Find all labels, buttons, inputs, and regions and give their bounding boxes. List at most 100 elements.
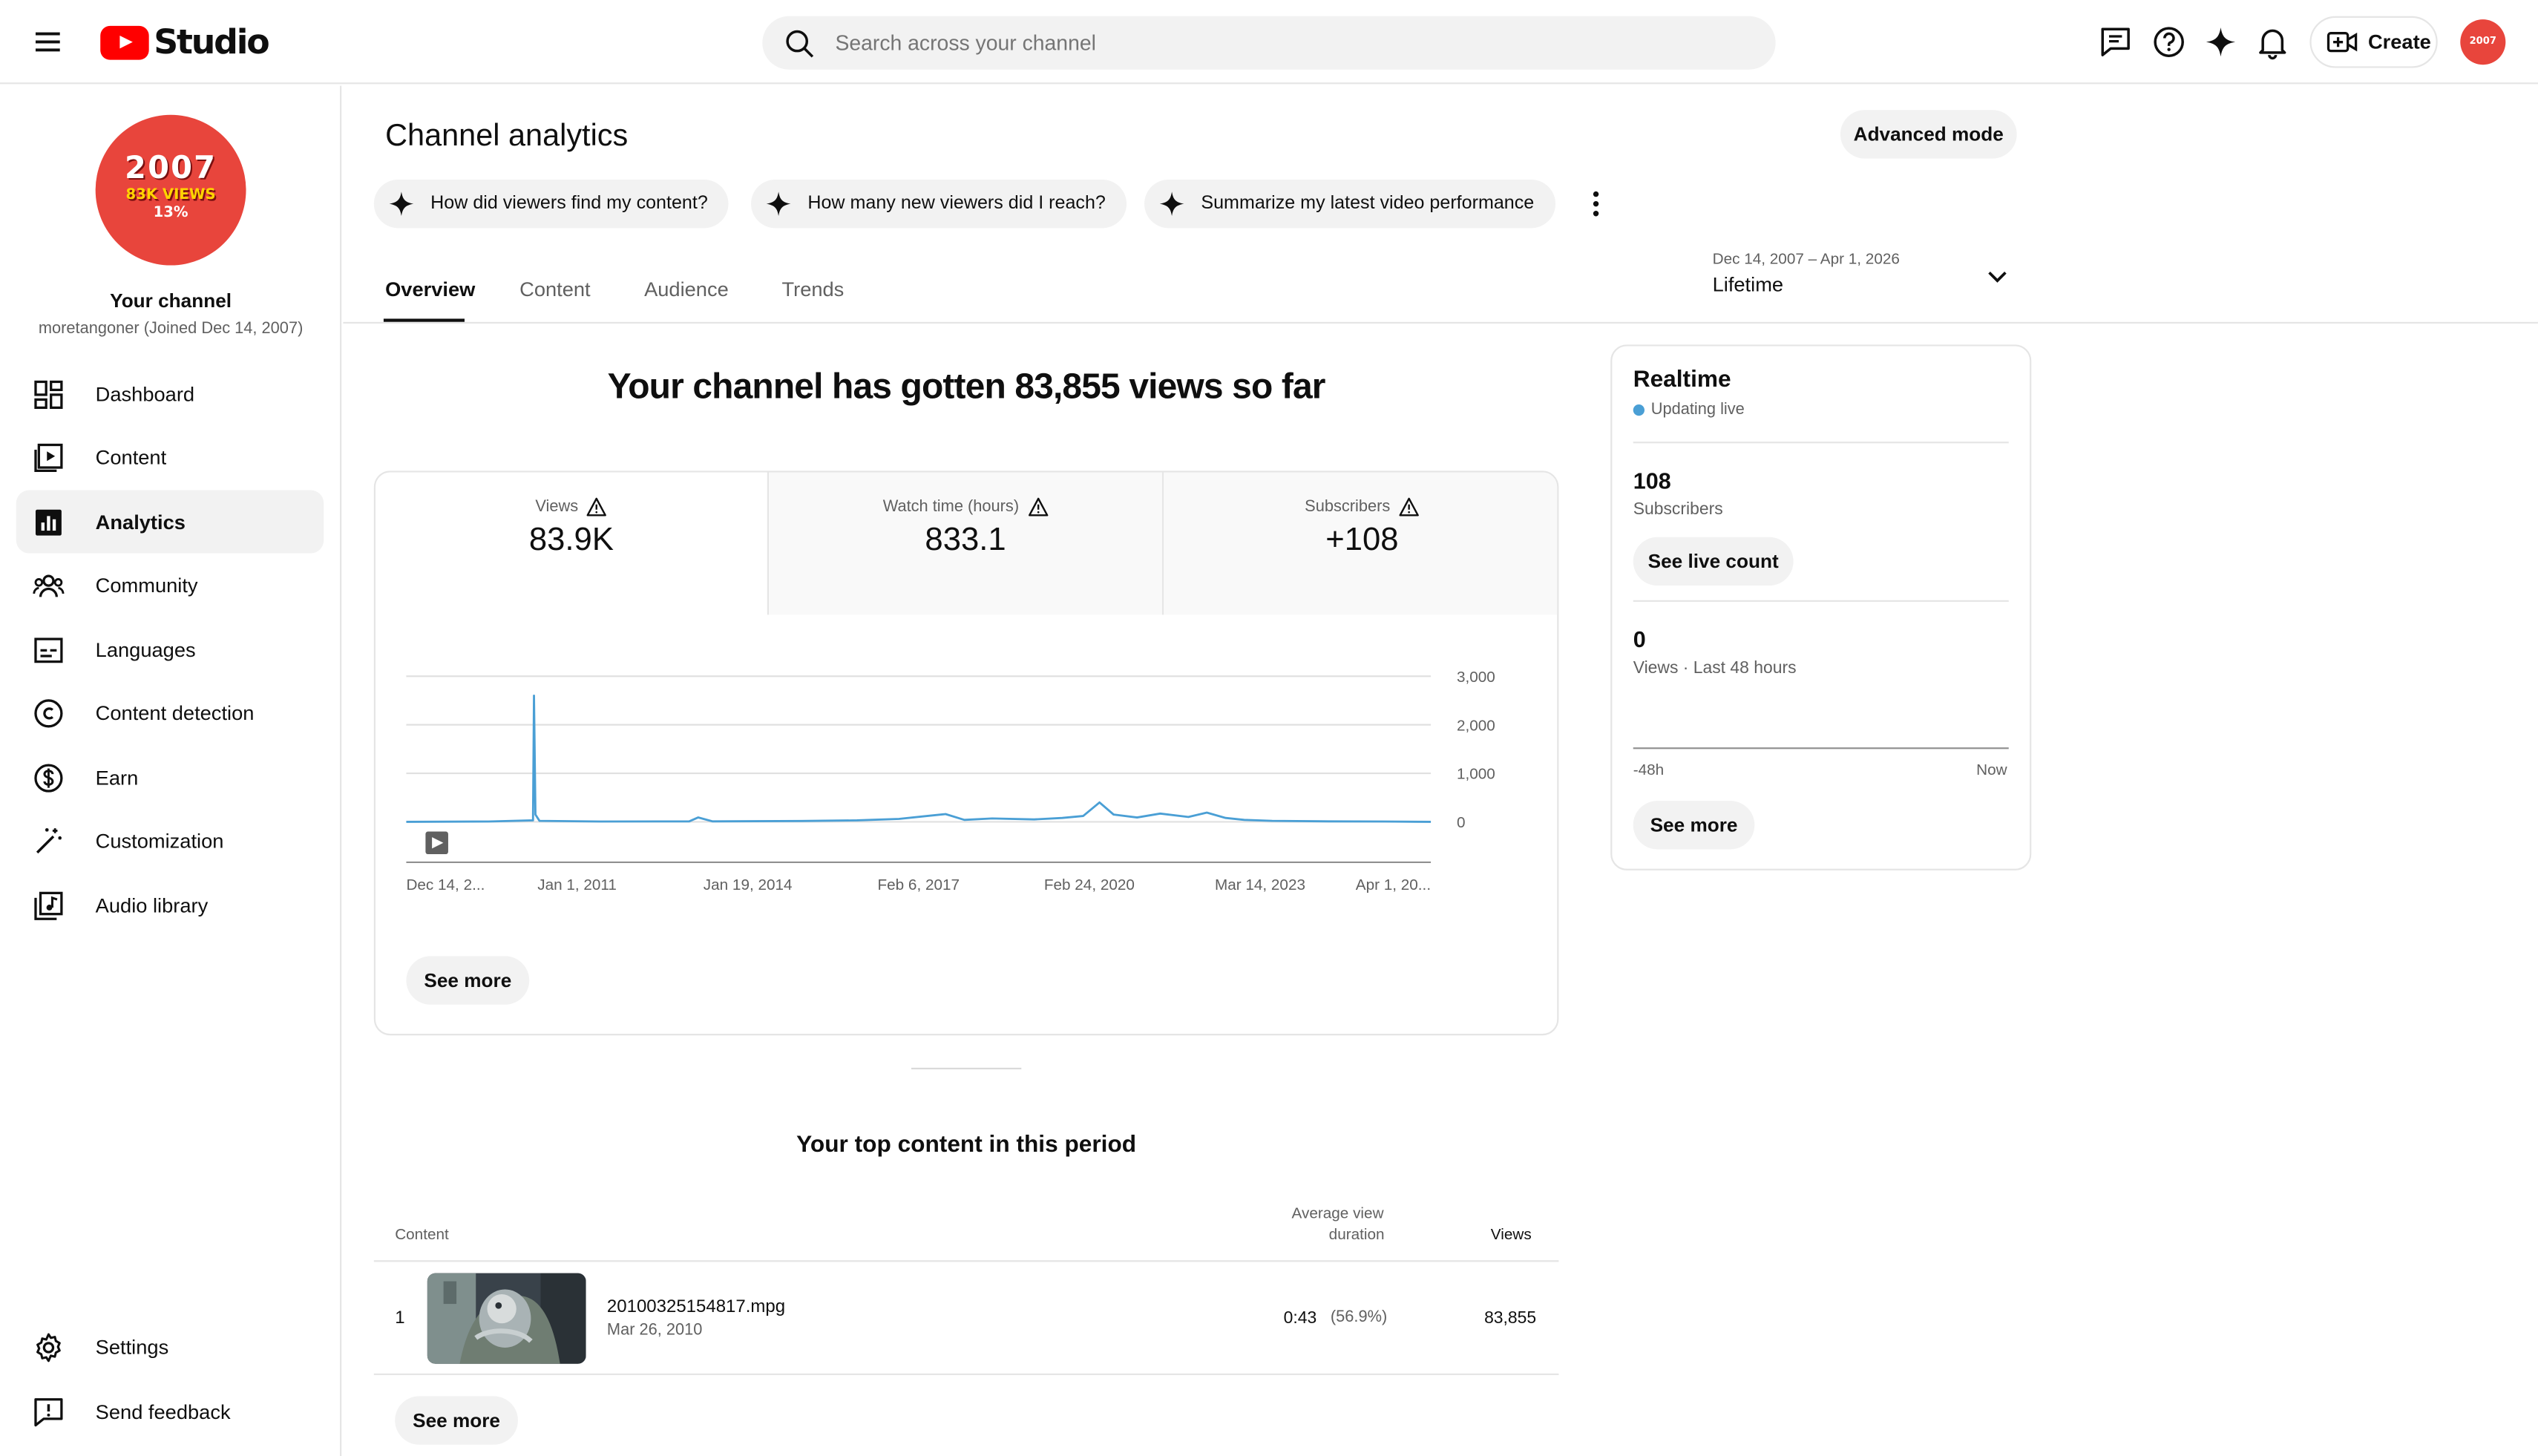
- ai-suggestion-chip[interactable]: How many new viewers did I reach?: [751, 179, 1127, 229]
- more-options-icon[interactable]: [1590, 188, 1602, 220]
- create-button[interactable]: Create: [2309, 16, 2438, 68]
- sidebar-item-label: Send feedback: [95, 1400, 231, 1423]
- realtime-divider: [1633, 442, 2009, 444]
- create-label: Create: [2367, 30, 2431, 53]
- views-series-line[interactable]: [406, 694, 1432, 823]
- channel-title: Your channel: [110, 289, 232, 312]
- account-avatar[interactable]: 2007: [2460, 19, 2506, 65]
- realtime-card: Realtime Updating live 108 Subscribers S…: [1610, 344, 2032, 870]
- chip-label: How many new viewers did I reach?: [807, 194, 1106, 214]
- views-line-chart[interactable]: 3,000 2,000 1,000 0 Dec 14, 2... Jan 1, 2011 J…: [376, 614, 1558, 938]
- x-tick-label: Jan 19, 2014: [704, 876, 793, 893]
- studio-logo[interactable]: Studio: [100, 23, 270, 62]
- realtime-axis-end: Now: [1976, 761, 2007, 780]
- sidebar-item-earn[interactable]: Earn: [16, 746, 324, 809]
- tab-content[interactable]: Content: [519, 278, 590, 301]
- video-title[interactable]: 20100325154817.mpg: [607, 1297, 785, 1316]
- date-period-label[interactable]: Lifetime: [1713, 273, 1783, 296]
- advanced-mode-button[interactable]: Advanced mode: [1840, 110, 2017, 159]
- avg-view-percentage: (56.9%): [1330, 1308, 1388, 1327]
- feedback-icon: [34, 1397, 63, 1426]
- column-header-views[interactable]: Views: [1491, 1226, 1532, 1244]
- metric-views[interactable]: Views 83.9K: [376, 473, 767, 615]
- copyright-icon: [34, 698, 63, 727]
- views-headline: Your channel has gotten 83,855 views so …: [607, 365, 1326, 407]
- metric-subscribers[interactable]: Subscribers +108: [1164, 472, 1558, 615]
- content-icon: [34, 442, 63, 471]
- feedback-chat-icon[interactable]: [2098, 24, 2134, 60]
- sidebar-item-analytics[interactable]: Analytics: [16, 490, 324, 554]
- sidebar-item-settings[interactable]: Settings: [16, 1315, 324, 1378]
- magic-wand-icon: [36, 827, 62, 853]
- help-icon[interactable]: [2151, 24, 2187, 60]
- search-icon: [786, 30, 814, 58]
- sparkle-icon: [389, 191, 414, 217]
- x-tick-label: Apr 1, 20...: [1356, 876, 1431, 893]
- realtime-see-more-button[interactable]: See more: [1633, 801, 1755, 850]
- metric-label: Views: [535, 498, 579, 517]
- date-range-text[interactable]: Dec 14, 2007 – Apr 1, 2026: [1713, 251, 1900, 269]
- live-dot-icon: [1633, 404, 1645, 416]
- gear-icon: [36, 1332, 61, 1362]
- section-divider: [911, 1067, 1022, 1069]
- chevron-down-icon[interactable]: [1984, 263, 2010, 289]
- video-thumbnail[interactable]: [427, 1273, 586, 1364]
- realtime-axis-start: -48h: [1633, 761, 1665, 780]
- video-date: Mar 26, 2010: [606, 1322, 703, 1340]
- sidebar-item-label: Content: [95, 445, 167, 469]
- y-tick-label: 3,000: [1457, 669, 1495, 686]
- create-video-icon: [2326, 32, 2358, 53]
- y-tick-label: 2,000: [1457, 717, 1495, 734]
- sidebar-item-audio-library[interactable]: Audio library: [16, 873, 324, 937]
- search-input[interactable]: [835, 25, 1742, 60]
- sidebar-item-content[interactable]: Content: [16, 425, 324, 488]
- avatar-year: 2007: [125, 150, 217, 186]
- menu-icon[interactable]: [33, 24, 68, 60]
- ai-suggestion-chip[interactable]: How did viewers find my content?: [373, 179, 729, 229]
- analytics-icon: [35, 508, 62, 535]
- top-content-see-more-button[interactable]: See more: [395, 1396, 518, 1445]
- dollar-icon: [34, 763, 63, 792]
- sidebar-item-label: Audio library: [95, 893, 209, 916]
- sidebar-item-languages[interactable]: Languages: [16, 618, 324, 681]
- table-row-divider: [373, 1373, 1559, 1375]
- sparkle-icon: [1159, 191, 1184, 217]
- dashboard-icon: [34, 379, 63, 408]
- chart-see-more-button[interactable]: See more: [406, 956, 530, 1005]
- sidebar-item-community[interactable]: Community: [16, 554, 324, 617]
- realtime-divider: [1633, 600, 2009, 602]
- metric-watch-time[interactable]: Watch time (hours) 833.1: [769, 472, 1163, 615]
- sidebar-item-content-detection[interactable]: Content detection: [16, 681, 324, 744]
- sidebar-item-label: Content detection: [95, 701, 255, 724]
- sidebar-item-label: Earn: [95, 766, 139, 789]
- realtime-status: Updating live: [1633, 401, 1745, 419]
- top-header: Studio Search across your channel Create…: [0, 0, 2538, 85]
- overview-card: Views 83.9K Watch time (hours) 833.1 Sub…: [373, 470, 1559, 1036]
- see-live-count-button[interactable]: See live count: [1633, 537, 1794, 586]
- sparkle-icon[interactable]: [2203, 24, 2238, 60]
- column-header-avg-duration-line2[interactable]: duration: [1329, 1226, 1385, 1244]
- sparkle-icon: [766, 191, 791, 217]
- metric-value: 833.1: [925, 522, 1006, 559]
- metric-value: +108: [1325, 522, 1399, 559]
- tab-audience[interactable]: Audience: [644, 278, 729, 301]
- sidebar-item-send-feedback[interactable]: Send feedback: [16, 1380, 324, 1443]
- tab-overview[interactable]: Overview: [385, 278, 475, 301]
- search-bar[interactable]: [762, 16, 1776, 70]
- youtube-logo-icon: [100, 24, 149, 59]
- video-views: 83,855: [1484, 1308, 1537, 1328]
- x-tick-label: Dec 14, 2...: [406, 876, 485, 893]
- realtime-title: Realtime: [1633, 367, 1731, 393]
- ai-suggestion-chip[interactable]: Summarize my latest video performance: [1144, 179, 1555, 229]
- realtime-views-value: 0: [1633, 626, 1646, 652]
- sidebar-item-label: Community: [95, 573, 198, 597]
- sidebar-item-label: Customization: [95, 829, 224, 852]
- avg-view-duration: 0:43: [1283, 1308, 1317, 1328]
- notifications-bell-icon[interactable]: [2255, 24, 2290, 60]
- column-header-avg-duration-line1[interactable]: Average view: [1292, 1205, 1384, 1223]
- channel-avatar[interactable]: 2007 83K VIEWS 13%: [95, 114, 246, 266]
- sidebar-item-dashboard[interactable]: Dashboard: [16, 362, 324, 425]
- x-tick-label: Jan 1, 2011: [537, 876, 617, 893]
- tab-trends[interactable]: Trends: [781, 278, 844, 301]
- sidebar-item-customization[interactable]: Customization: [16, 809, 324, 872]
